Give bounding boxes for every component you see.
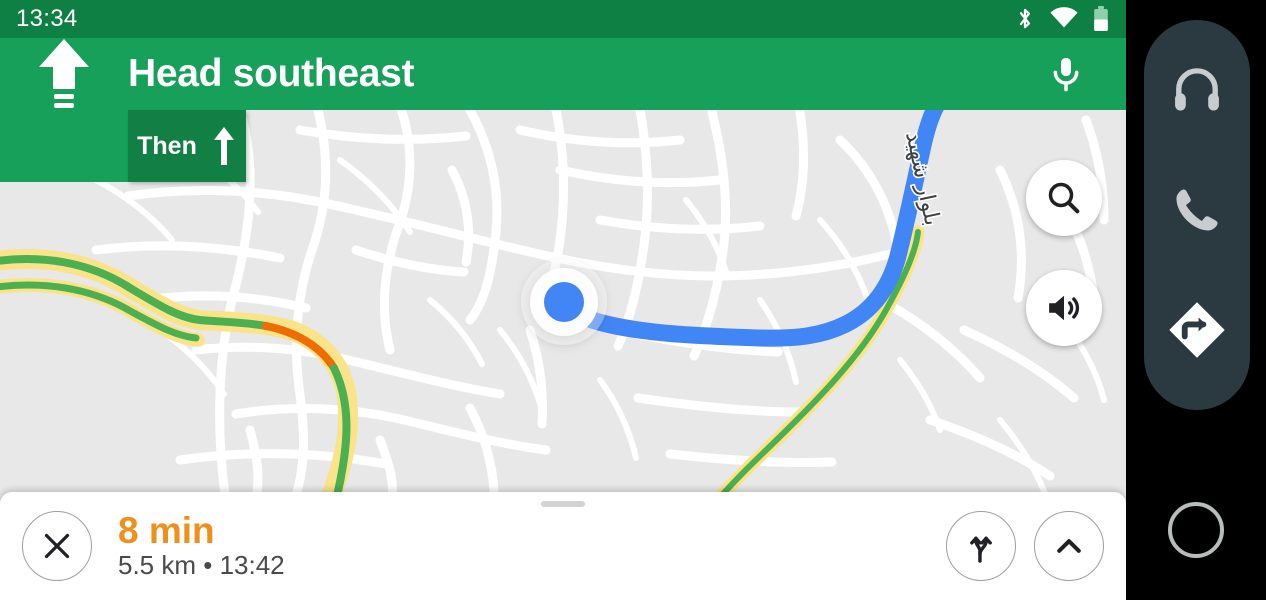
trip-bottom-sheet[interactable]: 8 min 5.5 km • 13:42 — [0, 492, 1126, 600]
sheet-actions — [946, 511, 1104, 581]
chevron-up-icon — [1057, 539, 1081, 553]
system-bar — [1126, 0, 1266, 600]
trip-info: 8 min 5.5 km • 13:42 — [118, 512, 285, 579]
phone-button[interactable] — [1165, 178, 1229, 242]
trip-eta: 8 min — [118, 510, 215, 552]
maneuver-column-background — [0, 110, 128, 182]
android-auto-navigation-screen: بلوار شهید Then Head southeast 13:34 8 m… — [0, 0, 1266, 600]
status-clock: 13:34 — [16, 5, 78, 32]
straight-ahead-arrow-icon — [39, 39, 89, 108]
close-x-icon — [44, 533, 70, 559]
search-icon — [1048, 182, 1080, 214]
navigation-instruction-text: Head southeast — [128, 52, 415, 95]
volume-fab[interactable] — [1026, 270, 1102, 346]
phone-icon — [1176, 189, 1218, 231]
search-fab[interactable] — [1026, 160, 1102, 236]
location-puck-icon — [521, 259, 607, 345]
then-maneuver-box: Then — [128, 110, 246, 182]
status-bar: 13:34 — [0, 0, 1126, 38]
navigation-button[interactable] — [1165, 298, 1229, 362]
navigation-diamond-icon — [1169, 302, 1225, 358]
trip-distance-arrival: 5.5 km • 13:42 — [118, 550, 285, 581]
sheet-drag-handle[interactable] — [541, 501, 585, 507]
navigation-header: Head southeast — [0, 38, 1126, 110]
alternate-routes-button[interactable] — [946, 511, 1016, 581]
voice-command-button[interactable] — [1042, 50, 1090, 98]
status-icons-group — [1014, 5, 1110, 33]
bluetooth-icon — [1019, 8, 1031, 29]
then-label: Then — [137, 131, 197, 160]
microphone-icon — [1053, 57, 1079, 92]
media-button[interactable] — [1165, 58, 1229, 122]
expand-sheet-button[interactable] — [1034, 511, 1104, 581]
volume-icon — [1049, 295, 1080, 321]
battery-icon — [1094, 6, 1108, 31]
wifi-icon — [1050, 7, 1078, 28]
route-fork-icon — [970, 536, 992, 563]
system-bar-pill — [1144, 20, 1250, 410]
home-button[interactable] — [1168, 502, 1224, 558]
app-area: بلوار شهید Then Head southeast 13:34 8 m… — [0, 0, 1126, 600]
headphones-icon — [1175, 68, 1219, 111]
primary-maneuver-icon-container — [0, 38, 128, 110]
straight-up-arrow-icon — [213, 127, 234, 165]
close-navigation-button[interactable] — [22, 511, 92, 581]
